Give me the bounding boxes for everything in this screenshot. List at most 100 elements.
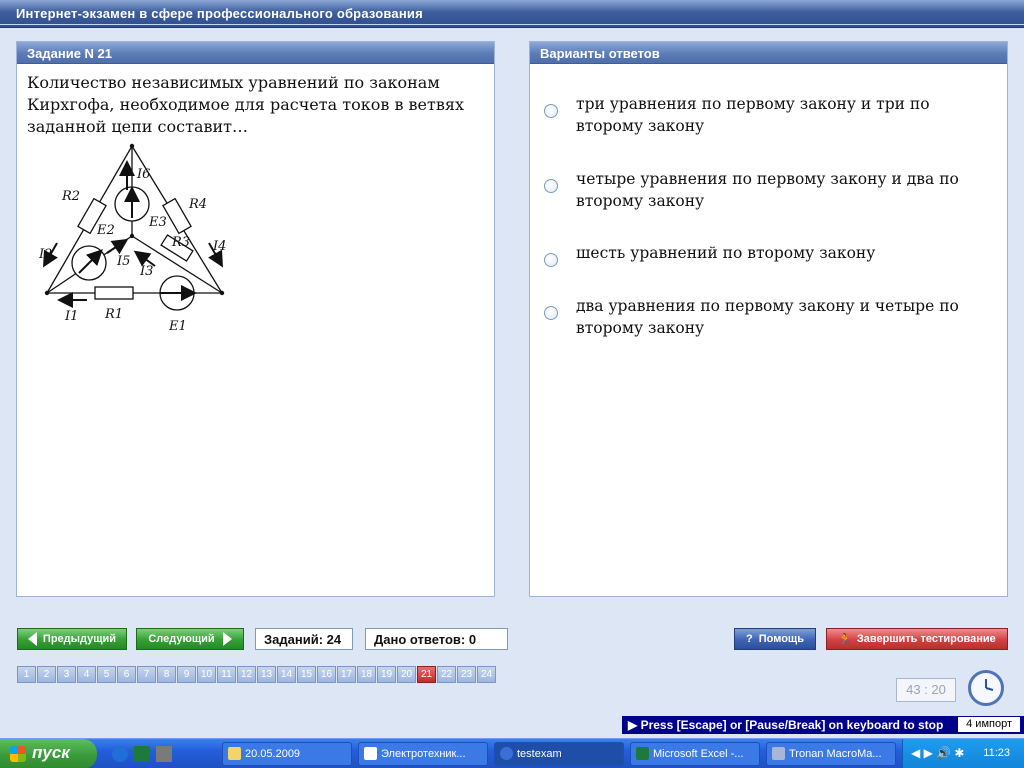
label-r1: R1 <box>104 307 123 322</box>
page-selector: 1 2 3 4 5 6 7 8 9 10 11 12 13 14 15 16 17 18 19 20 21 22 23 24 <box>17 666 497 683</box>
label-i1: I1 <box>64 309 78 324</box>
tray-clock: 11:23 <box>983 747 1010 759</box>
page-button-2[interactable]: 2 <box>37 666 56 683</box>
finish-button[interactable]: 🏃 Завершить тестирование <box>826 628 1008 650</box>
answer-radio-2[interactable] <box>544 179 558 193</box>
windows-logo-icon <box>10 746 26 762</box>
taskbar: пуск 20.05.2009 Электротехник... testexa… <box>0 738 1024 768</box>
current-i5-arrow <box>106 238 129 255</box>
excel-icon <box>636 747 649 760</box>
import-label: 4 импорт <box>958 717 1020 732</box>
answer-radio-4[interactable] <box>544 306 558 320</box>
answer-radio-1[interactable] <box>544 104 558 118</box>
answer-text-4: два уравнения по первому закону и четыре… <box>576 297 959 337</box>
page-button-16[interactable]: 16 <box>317 666 336 683</box>
page-button-24[interactable]: 24 <box>477 666 496 683</box>
page-button-12[interactable]: 12 <box>237 666 256 683</box>
task-panel: Задание N 21 Количество независимых урав… <box>16 41 495 597</box>
total-tasks-counter: Заданий: 24 <box>255 628 353 650</box>
page-button-9[interactable]: 9 <box>177 666 196 683</box>
label-r2: R2 <box>61 189 80 204</box>
answer-option-2[interactable]: четыре уравнения по первому закону и два… <box>544 168 996 212</box>
play-icon <box>772 747 785 760</box>
next-label: Следующий <box>148 633 215 645</box>
label-i5: I5 <box>116 254 130 269</box>
runner-icon: 🏃 <box>838 633 852 646</box>
page-button-20[interactable]: 20 <box>397 666 416 683</box>
quick-launch <box>112 746 172 762</box>
page-button-13[interactable]: 13 <box>257 666 276 683</box>
answers-header: Варианты ответов <box>530 42 1007 64</box>
label-i2: I2 <box>38 247 52 262</box>
taskbar-item-tronan[interactable]: Tronan MacroMa... <box>766 742 896 766</box>
question-text: Количество независимых уравнений по зако… <box>27 73 464 136</box>
node-top <box>129 143 135 149</box>
resistor-r4 <box>162 197 192 235</box>
label-i3: I3 <box>139 264 153 279</box>
answered-counter: Дано ответов: 0 <box>365 628 508 650</box>
taskbar-item-folder[interactable]: 20.05.2009 <box>222 742 352 766</box>
taskbar-item-label: Tronan MacroMa... <box>789 748 882 760</box>
taskbar-item-testexam[interactable]: testexam <box>494 742 624 766</box>
clock-icon <box>968 670 1004 706</box>
title-underline <box>0 24 1024 25</box>
label-i4: I4 <box>212 239 226 254</box>
arrow-left-icon <box>27 632 37 646</box>
taskbar-item-label: 20.05.2009 <box>245 748 301 760</box>
taskbar-item-word[interactable]: Электротехник... <box>358 742 488 766</box>
app-title-bar: Интернет-экзамен в сфере профессионально… <box>0 0 1024 28</box>
folder-icon <box>228 747 241 760</box>
answer-text-1: три уравнения по первому закону и три по… <box>576 95 930 135</box>
page-button-11[interactable]: 11 <box>217 666 236 683</box>
page-button-23[interactable]: 23 <box>457 666 476 683</box>
answer-option-1[interactable]: три уравнения по первому закону и три по… <box>544 93 996 137</box>
timer-display: 43 : 20 <box>896 678 956 702</box>
tray-icons[interactable]: ◀ ▶ 🔊 ✱ <box>911 746 964 760</box>
help-button[interactable]: ? Помощь <box>734 628 816 650</box>
page-button-8[interactable]: 8 <box>157 666 176 683</box>
page-button-1[interactable]: 1 <box>17 666 36 683</box>
page-button-21[interactable]: 21 <box>417 666 436 683</box>
taskbar-item-label: testexam <box>517 748 562 760</box>
prev-button[interactable]: Предыдущий <box>17 628 127 650</box>
label-e3: E3 <box>148 215 167 230</box>
app-title: Интернет-экзамен в сфере профессионально… <box>16 6 423 21</box>
page-button-15[interactable]: 15 <box>297 666 316 683</box>
ie-icon[interactable] <box>112 746 128 762</box>
page-button-19[interactable]: 19 <box>377 666 396 683</box>
escape-text: Press [Escape] or [Pause/Break] on keybo… <box>640 718 944 732</box>
taskbar-item-label: Microsoft Excel -... <box>653 748 744 760</box>
word-icon <box>364 747 377 760</box>
page-button-10[interactable]: 10 <box>197 666 216 683</box>
answer-text-2: четыре уравнения по первому закону и два… <box>576 170 959 210</box>
node-right <box>219 290 225 296</box>
arrow-right-icon <box>222 632 232 646</box>
excel-quick-icon[interactable] <box>134 746 150 762</box>
answer-option-4[interactable]: два уравнения по первому закону и четыре… <box>544 295 996 339</box>
page-button-4[interactable]: 4 <box>77 666 96 683</box>
taskbar-item-label: Электротехник... <box>381 748 466 760</box>
page-button-5[interactable]: 5 <box>97 666 116 683</box>
next-button[interactable]: Следующий <box>136 628 244 650</box>
circuit-diagram: R2 I6 R4 E3 E2 R3 I4 I2 I5 I3 I1 R1 E1 <box>38 143 226 334</box>
page-button-22[interactable]: 22 <box>437 666 456 683</box>
node-left <box>44 290 50 296</box>
page-button-18[interactable]: 18 <box>357 666 376 683</box>
resistor-r1 <box>94 286 134 300</box>
page-button-6[interactable]: 6 <box>117 666 136 683</box>
play-icon: ▶ <box>628 718 641 732</box>
page-button-17[interactable]: 17 <box>337 666 356 683</box>
answer-radio-3[interactable] <box>544 253 558 267</box>
app-icon <box>500 747 513 760</box>
answer-option-3[interactable]: шесть уравнений по второму закону <box>544 242 996 267</box>
start-button[interactable]: пуск <box>0 739 97 768</box>
page-button-3[interactable]: 3 <box>57 666 76 683</box>
bmp-icon[interactable] <box>156 746 172 762</box>
answer-text-3: шесть уравнений по второму закону <box>576 244 876 262</box>
page-button-7[interactable]: 7 <box>137 666 156 683</box>
page-button-14[interactable]: 14 <box>277 666 296 683</box>
taskbar-item-excel[interactable]: Microsoft Excel -... <box>630 742 760 766</box>
node-center <box>129 233 135 239</box>
label-r4: R4 <box>188 197 207 212</box>
system-tray: ◀ ▶ 🔊 ✱ 11:23 <box>902 739 1024 768</box>
